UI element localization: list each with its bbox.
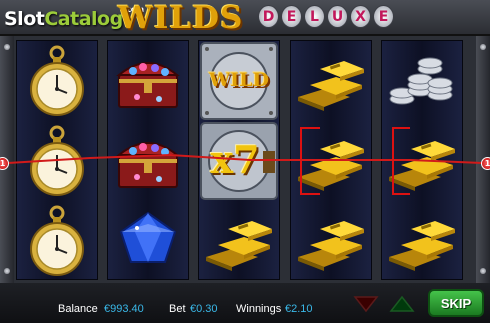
balance-value: €993.40 [104,303,144,315]
payline-number: 1 [0,159,6,168]
rivet-icon [480,44,486,50]
winnings-value: €2.10 [285,303,313,315]
game-header: SlotCatalog .com WILDS D E L U X E [0,0,490,36]
logo-letter: D [258,5,279,28]
gold-bars-symbol [382,201,462,281]
logo-letter: L [304,5,325,28]
multiplier-label: x7 [210,137,260,182]
reel-frame: WILD x7 [0,36,490,283]
game-logo-wilds: WILDS [118,0,244,36]
treasure-chest-symbol [108,121,188,201]
payline-number: 1 [484,159,490,168]
rivet-icon [480,268,486,274]
silver-coins-symbol [382,41,462,121]
wild-label: WILD [208,69,270,91]
balance-label: Balance [58,303,98,315]
watermark-logo: SlotCatalog .com [4,5,144,30]
gold-bars-symbol [291,201,371,281]
logo-letter: E [281,5,302,28]
logo-letter: X [350,5,371,28]
reel-2 [107,40,189,280]
rivet-icon [4,44,10,50]
increase-bet-icon[interactable] [388,289,416,317]
watermark-text-slot: Slot [4,8,45,30]
payline-marker-right[interactable]: 1 [481,157,490,170]
rivet-icon [4,268,10,274]
status-bar: Balance €993.40 Bet €0.30 Winnings €2.10… [0,283,490,323]
win-highlight-box [300,127,320,195]
win-highlight-box [392,127,410,195]
pocket-watch-symbol [17,41,97,121]
blue-diamond-symbol [108,201,188,281]
winnings-label: Winnings [236,303,282,315]
slot-game-screen: SlotCatalog .com WILDS D E L U X E WILD … [0,0,490,323]
decrease-bet-icon[interactable] [352,289,380,317]
bet-label: Bet [169,303,186,315]
skip-button[interactable]: SKIP [428,289,484,317]
pocket-watch-symbol [17,121,97,201]
gold-bars-symbol [291,41,371,121]
reel-1 [16,40,98,280]
watermark-text-catalog: Catalog [44,8,123,30]
game-logo-deluxe: D E L U X E [258,5,394,28]
logo-letter: E [373,5,394,28]
logo-letter: U [327,5,348,28]
pocket-watch-symbol [17,201,97,281]
wild-vault-symbol: WILD [199,41,279,121]
treasure-chest-symbol [108,41,188,121]
reel-3: WILD x7 [198,40,280,280]
bet-value: €0.30 [190,303,218,315]
gold-bars-symbol [199,201,279,281]
x7-multiplier-symbol: x7 [199,121,279,201]
